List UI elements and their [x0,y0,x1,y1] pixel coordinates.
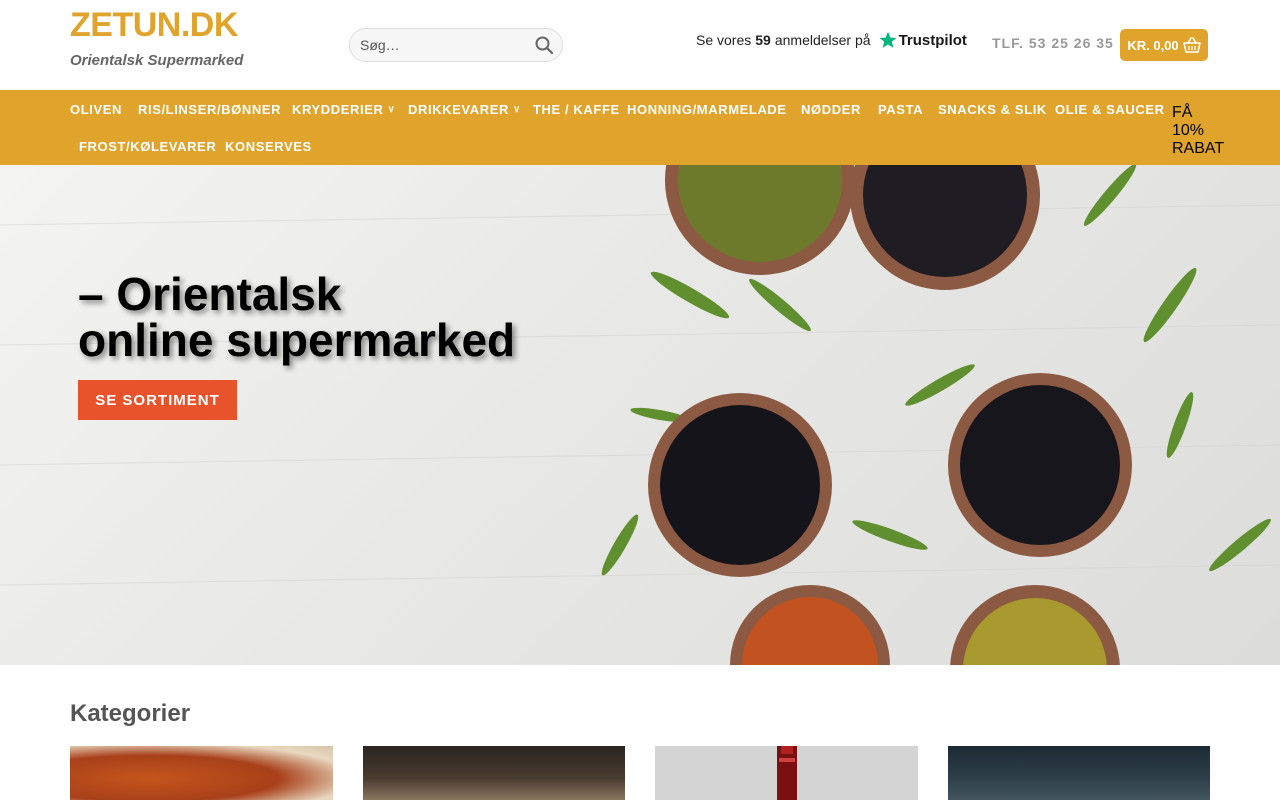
nav-label: FROST/KØLEVARER [79,139,217,154]
nav-label: HONNING/MARMELADE [627,102,787,117]
nav-item-konserves[interactable]: KONSERVES [225,139,312,154]
nav-label: KRYDDERIER [292,102,384,117]
hero-headline: – Orientalsk online supermarked [78,271,515,363]
site-logo[interactable]: ZETUN.DK [70,6,238,45]
category-card-tea[interactable] [948,746,1210,800]
nav-item-oliven[interactable]: OLIVEN [70,102,122,117]
nav-label: KONSERVES [225,139,312,154]
chevron-down-icon: ∨ [512,104,521,115]
nav-item-olie[interactable]: OLIE & SAUCER [1055,102,1165,117]
basket-icon [1182,37,1201,53]
nav-label: OLIVEN [70,102,122,117]
category-card-dark[interactable] [363,746,625,800]
trust-suffix: anmeldelser på [774,32,871,48]
nav-item-frost[interactable]: FROST/KØLEVARER [79,139,216,154]
phone-number[interactable]: TLF. 53 25 26 35 [992,35,1114,51]
nav-label: PASTA [878,102,924,117]
trust-count: 59 [755,32,771,48]
nav-item-pasta[interactable]: PASTA [878,102,923,117]
cart-button[interactable]: KR. 0,00 [1120,29,1208,61]
bottle-image [777,746,797,800]
nav-label: DRIKKEVARER [408,102,509,117]
chevron-down-icon: ∨ [387,104,396,115]
discount-line: RABAT [1172,140,1225,157]
nav-item-honning[interactable]: HONNING/MARMELADE [627,102,787,117]
category-card-spices[interactable] [70,746,333,800]
trustpilot-brand: Trustpilot [898,31,967,49]
hero-banner: – Orientalsk online supermarked SE SORTIM… [0,165,1280,665]
search-input[interactable] [360,29,530,61]
see-assortment-button[interactable]: SE SORTIMENT [78,380,237,420]
trust-prefix: Se vores [696,32,752,48]
nav-label: NØDDER [801,102,861,117]
nav-item-nodder[interactable]: NØDDER [801,102,861,117]
discount-link[interactable]: FÅ 10% RABAT [1172,104,1225,158]
site-header: ZETUN.DK Orientalsk Supermarked Se vores… [0,0,1280,90]
categories-heading: Kategorier [70,700,191,727]
trustpilot-widget[interactable]: Se vores 59 anmeldelser på Trustpilot [696,28,967,52]
nav-label: RIS/LINSER/BØNNER [138,102,282,117]
search-box [349,28,563,62]
nav-item-ris[interactable]: RIS/LINSER/BØNNER [138,102,281,117]
nav-label: SNACKS & SLIK [938,102,1047,117]
nav-item-the-kaffe[interactable]: THE / KAFFE [533,102,620,117]
search-icon[interactable] [534,35,554,55]
site-tagline: Orientalsk Supermarked [70,52,244,69]
cart-total: KR. 0,00 [1127,37,1179,53]
hero-line-1: – Orientalsk [78,268,342,320]
hero-line-2: online supermarked [78,314,516,366]
star-icon [879,31,897,48]
trustpilot-logo: Trustpilot [879,31,967,49]
nav-label: OLIE & SAUCER [1055,102,1165,117]
nav-label: THE / KAFFE [533,102,620,117]
category-card-drinks[interactable] [655,746,918,800]
discount-line: FÅ [1172,104,1193,121]
discount-line: 10% [1172,122,1205,139]
nav-item-snacks[interactable]: SNACKS & SLIK [938,102,1047,117]
main-nav: OLIVEN RIS/LINSER/BØNNER KRYDDERIER ∨ DRI… [0,90,1280,165]
nav-item-drikkevarer[interactable]: DRIKKEVARER ∨ [408,102,521,117]
nav-item-krydderier[interactable]: KRYDDERIER ∨ [292,102,395,117]
